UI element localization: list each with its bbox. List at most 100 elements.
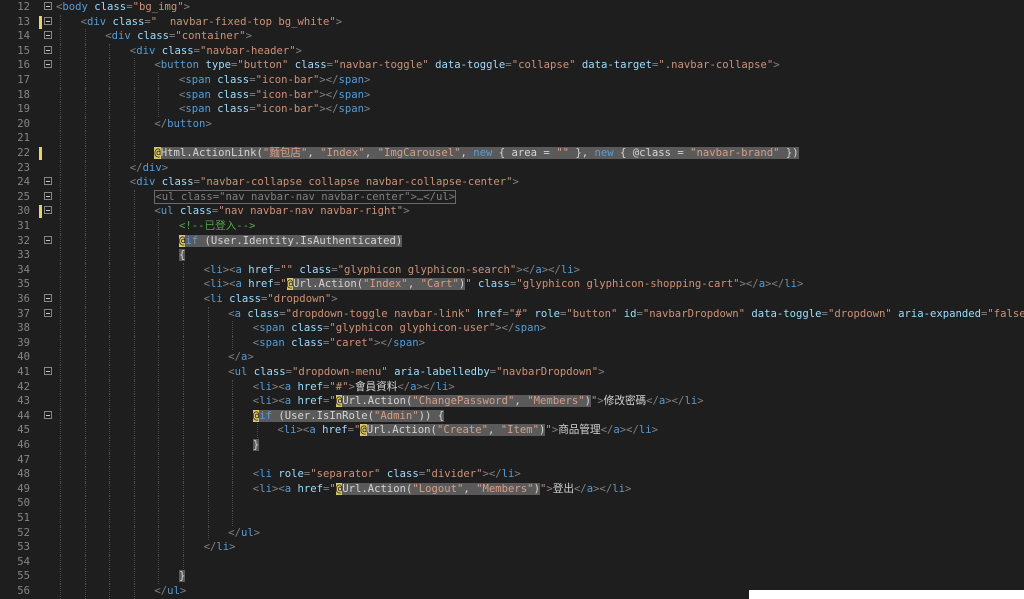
code-line[interactable]: 23 </div> bbox=[0, 160, 1024, 176]
indent-guide bbox=[60, 408, 61, 424]
code-line[interactable]: 37 <a class="dropdown-toggle navbar-link"… bbox=[0, 306, 1024, 322]
code-line[interactable]: 25 <ul class="nav navbar-nav navbar-cente… bbox=[0, 189, 1024, 205]
fold-toggle-icon[interactable] bbox=[44, 60, 52, 69]
code-line[interactable]: 52 </ul> bbox=[0, 525, 1024, 541]
indent-guide bbox=[84, 467, 86, 482]
indent-guide bbox=[133, 379, 135, 395]
code-line[interactable]: 21 bbox=[0, 131, 1024, 146]
code-line[interactable]: 53 </li> bbox=[0, 540, 1024, 555]
code-text: <a class="dropdown-toggle navbar-link" h… bbox=[228, 307, 1024, 320]
fold-toggle-icon[interactable] bbox=[44, 45, 52, 54]
indent-guide bbox=[109, 379, 111, 395]
indent-guide bbox=[158, 262, 160, 278]
indent-guide bbox=[232, 379, 234, 395]
indent-guide bbox=[109, 467, 111, 482]
indent-guide bbox=[84, 540, 86, 555]
indent-guide bbox=[84, 481, 86, 497]
line-number: 50 bbox=[17, 497, 30, 510]
indent-guide bbox=[133, 554, 135, 570]
indent-guide bbox=[232, 321, 234, 336]
indent-guide bbox=[133, 131, 135, 146]
indent-guide bbox=[183, 292, 184, 307]
indent-guide bbox=[232, 394, 234, 409]
indent-guide bbox=[183, 481, 184, 497]
code-text: @if (User.IsInRole("Admin")) { bbox=[252, 409, 445, 422]
indent-guide bbox=[133, 277, 135, 292]
indent-guide bbox=[60, 554, 61, 570]
indent-guide bbox=[109, 335, 111, 351]
indent-guide bbox=[84, 511, 86, 526]
code-line[interactable]: 41 <ul class="dropdown-menu" aria-labelle… bbox=[0, 365, 1024, 380]
indent-guide bbox=[133, 219, 135, 234]
code-line[interactable]: 24 <div class="navbar-collapse collapse n… bbox=[0, 175, 1024, 190]
code-line[interactable]: 44 @if (User.IsInRole("Admin")) { bbox=[0, 408, 1024, 424]
code-line[interactable]: 43 <li><a href="@Url.Action("ChangePasswo… bbox=[0, 394, 1024, 409]
fold-toggle-icon[interactable] bbox=[44, 206, 52, 215]
indent-guide bbox=[60, 58, 61, 73]
code-line[interactable]: 40 </a> bbox=[0, 350, 1024, 365]
code-line[interactable]: 35 <li><a href="@Url.Action("Index", "Car… bbox=[0, 277, 1024, 292]
code-line[interactable]: 45 <li><a href="@Url.Action("Create", "It… bbox=[0, 423, 1024, 438]
code-line[interactable]: 16 <button type="button" class="navbar-to… bbox=[0, 58, 1024, 73]
fold-toggle-icon[interactable] bbox=[44, 308, 52, 317]
code-line[interactable]: 34 <li><a href="" class="glyphicon glyphi… bbox=[0, 262, 1024, 278]
code-line[interactable]: 31 <!--已登入--> bbox=[0, 219, 1024, 234]
indent-guide bbox=[133, 233, 135, 249]
indent-guide bbox=[84, 29, 86, 44]
indent-guide bbox=[232, 511, 234, 526]
code-editor[interactable]: 12 <body class="bg_img"> 13 <div class=" na… bbox=[0, 0, 1024, 599]
code-line[interactable]: 55} bbox=[0, 569, 1024, 584]
line-number: 21 bbox=[17, 132, 30, 145]
code-line[interactable]: 20 </button> bbox=[0, 116, 1024, 132]
code-line[interactable]: 15 <div class="navbar-header"> bbox=[0, 43, 1024, 59]
code-line[interactable]: 48 <li role="separator" class="divider"><… bbox=[0, 467, 1024, 482]
line-number: 33 bbox=[17, 249, 30, 262]
code-line[interactable]: 32 @if (User.Identity.IsAuthenticated) bbox=[0, 233, 1024, 249]
code-line[interactable]: 51 bbox=[0, 511, 1024, 526]
code-line[interactable]: 46} bbox=[0, 438, 1024, 453]
code-line[interactable]: 18 <span class="icon-bar"></span> bbox=[0, 87, 1024, 103]
code-line[interactable]: 36 <li class="dropdown"> bbox=[0, 292, 1024, 307]
code-line[interactable]: 39 <span class="caret"></span> bbox=[0, 335, 1024, 351]
code-line[interactable]: 54 bbox=[0, 554, 1024, 570]
code-line[interactable]: 42 <li><a href="#">會員資料</a></li> bbox=[0, 379, 1024, 395]
fold-toggle-icon[interactable] bbox=[44, 410, 52, 419]
indent-guide bbox=[84, 584, 86, 599]
code-line[interactable]: 38 <span class="glyphicon glyphicon-user"… bbox=[0, 321, 1024, 336]
code-line[interactable]: 14 <div class="container"> bbox=[0, 29, 1024, 44]
code-text: <li role="separator" class="divider"></l… bbox=[252, 468, 521, 481]
indent-guide bbox=[256, 423, 258, 438]
fold-toggle-icon[interactable] bbox=[44, 16, 52, 25]
code-line[interactable]: 22 @Html.ActionLink("麵包店", "Index", "ImgC… bbox=[0, 146, 1024, 161]
indent-guide bbox=[60, 131, 61, 146]
code-line[interactable]: 50 bbox=[0, 496, 1024, 511]
fold-toggle-icon[interactable] bbox=[44, 191, 52, 200]
code-line[interactable]: 17 <span class="icon-bar"></span> bbox=[0, 73, 1024, 88]
code-text: </div> bbox=[129, 161, 169, 174]
code-line[interactable]: 49 <li><a href="@Url.Action("Logout", "Me… bbox=[0, 481, 1024, 497]
indent-guide bbox=[60, 481, 61, 497]
fold-toggle-icon[interactable] bbox=[44, 367, 52, 375]
indent-guide bbox=[158, 496, 160, 511]
code-line[interactable]: 33 { bbox=[0, 248, 1024, 263]
code-line[interactable]: 30 <ul class="nav navbar-nav navbar-right… bbox=[0, 204, 1024, 219]
indent-guide bbox=[60, 569, 61, 584]
indent-guide bbox=[183, 394, 184, 409]
code-line[interactable]: 19 <span class="icon-bar"></span> bbox=[0, 102, 1024, 117]
indent-guide bbox=[84, 292, 86, 307]
code-line[interactable]: 47 bbox=[0, 452, 1024, 468]
fold-toggle-icon[interactable] bbox=[44, 294, 52, 302]
code-line[interactable]: 13 <div class=" navbar-fixed-top bg_white… bbox=[0, 14, 1024, 30]
indent-guide bbox=[60, 204, 61, 219]
fold-toggle-icon[interactable] bbox=[44, 235, 52, 244]
code-text: <span class="glyphicon glyphicon-user"><… bbox=[252, 322, 547, 335]
fold-toggle-icon[interactable] bbox=[44, 177, 52, 186]
indent-guide bbox=[133, 525, 135, 541]
fold-toggle-icon[interactable] bbox=[44, 31, 52, 40]
code-line[interactable]: 12 <body class="bg_img"> bbox=[0, 0, 1024, 15]
indent-guide bbox=[133, 58, 135, 73]
line-number: 37 bbox=[17, 307, 30, 320]
fold-toggle-icon[interactable] bbox=[44, 2, 52, 10]
indent-guide bbox=[133, 73, 135, 88]
code-text: <span class="icon-bar"></span> bbox=[179, 103, 371, 116]
